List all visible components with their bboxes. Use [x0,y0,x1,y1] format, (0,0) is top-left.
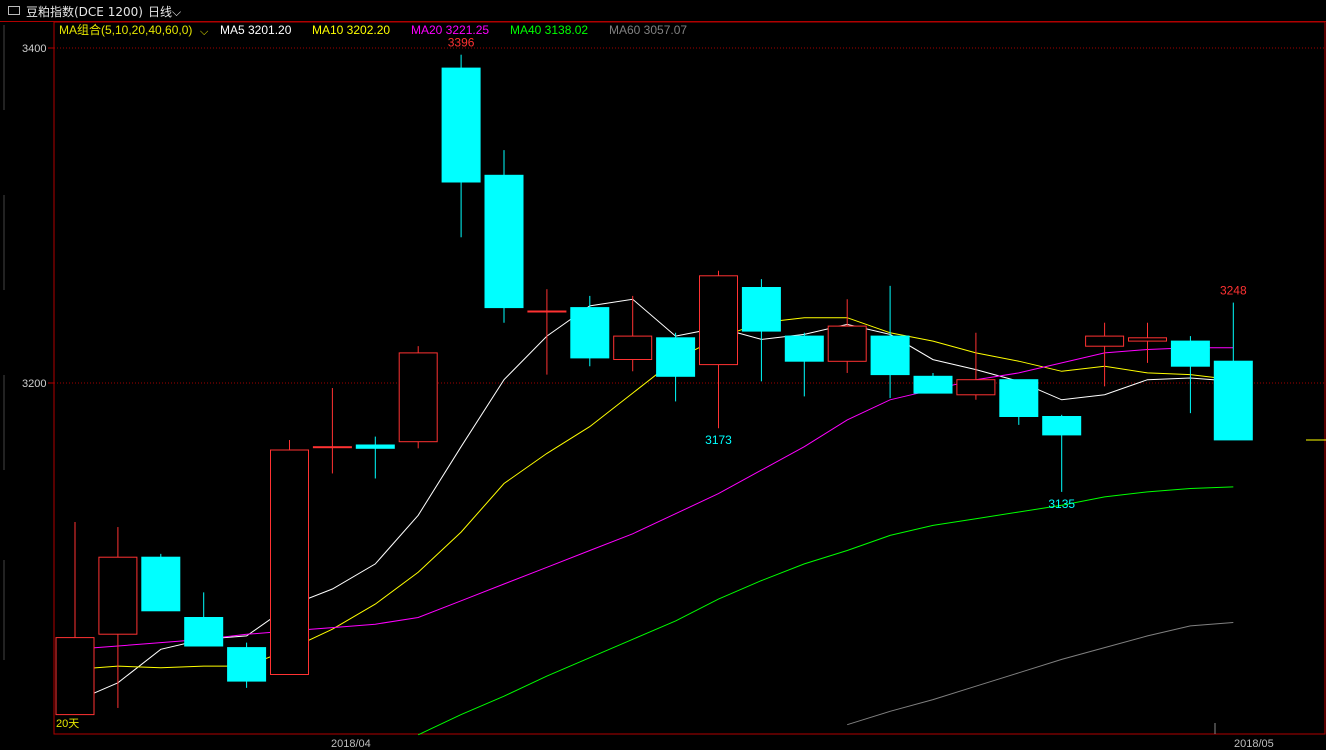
candle-body [827,325,867,362]
candle[interactable] [527,289,567,375]
candle-body [1213,360,1253,441]
legend-ma40: MA40 3138.02 [510,23,588,37]
candle-body [913,375,953,394]
candle[interactable] [1213,302,1253,441]
ma-line-ma40 [417,486,1234,736]
y-tick-label: 3400 [22,43,46,55]
candle-body [1042,416,1082,436]
candle-body [613,335,653,361]
candle-body [312,446,352,449]
price-annotation: 3173 [705,433,732,447]
ma-legend: MA组合(5,10,20,40,60,0) ⌵ MA5 3201.20 MA10… [59,22,687,38]
ma-group-label[interactable]: MA组合(5,10,20,40,60,0) [59,22,192,37]
candle[interactable] [1170,336,1210,414]
candle-body [1170,340,1210,367]
price-annotation: 3248 [1220,284,1247,298]
candle[interactable] [827,299,867,373]
candle-body [141,556,181,612]
candle-body [784,335,824,362]
candle[interactable] [570,295,610,367]
candle[interactable] [484,150,524,323]
candle-body [699,275,738,366]
ma-line-ma10 [74,317,1234,670]
candle[interactable] [913,372,953,394]
plot-frame [53,21,1326,735]
candle-body [227,647,267,682]
legend-ma10: MA10 3202.20 [312,23,390,37]
legend-ma60: MA60 3057.07 [609,23,687,37]
price-annotation: 3135 [1048,497,1075,511]
candle-body [870,335,910,376]
x-axis: 2018/04 2018/05 [331,738,1274,750]
candle[interactable] [1085,322,1125,387]
period-corner-label: 20天 [56,718,79,730]
candle[interactable] [1128,322,1167,363]
ma-line-ma60 [847,622,1234,726]
y-tick-label: 3200 [22,378,46,390]
legend-ma5: MA5 3201.20 [220,23,292,37]
candle[interactable] [613,295,653,372]
candle[interactable] [141,553,181,612]
annotations-layer: 3396 3173 3135 3248 [448,36,1247,511]
candle-body [55,637,95,716]
grid-layer [54,47,1325,384]
candle[interactable] [312,388,352,474]
candle[interactable] [184,592,224,647]
candle-body [741,287,781,332]
candle[interactable] [227,642,267,688]
candle-body [98,556,138,635]
candlestick-chart: 3400 3200 2018/04 2018/05 3396 3173 3135 3248… [3,21,1326,750]
ma-group-chevron-icon[interactable]: ⌵ [200,25,209,38]
candle-body [270,449,309,675]
x-tick-label: 2018/05 [1234,738,1274,750]
candle-body [570,307,610,359]
candle-body [355,444,395,449]
candle[interactable] [699,270,738,429]
legend-ma20: MA20 3221.25 [411,23,489,37]
candle[interactable] [784,332,824,397]
candle[interactable] [656,332,696,402]
candle[interactable] [1042,414,1082,492]
candle[interactable] [398,346,438,449]
candle-body [441,67,481,183]
candle-body [527,310,567,313]
candle[interactable] [270,439,309,675]
candle-body [656,337,696,377]
candle[interactable] [741,279,781,382]
candle[interactable] [870,285,910,399]
candle-body [398,352,438,443]
candle-body [1085,335,1125,347]
candle[interactable] [55,522,95,716]
candle-body [1128,337,1167,342]
candle-body [999,379,1039,418]
y-axis: 3400 3200 [22,43,54,390]
x-tick-label: 2018/04 [331,738,371,750]
candle-body [484,174,524,309]
candle[interactable] [441,54,481,238]
candle[interactable] [98,527,138,708]
price-annotation: 3396 [448,36,475,50]
candles-layer [55,54,1253,716]
candle-body [956,379,996,396]
candle[interactable] [355,436,395,479]
candle[interactable] [999,379,1039,425]
candle-body [184,617,224,647]
